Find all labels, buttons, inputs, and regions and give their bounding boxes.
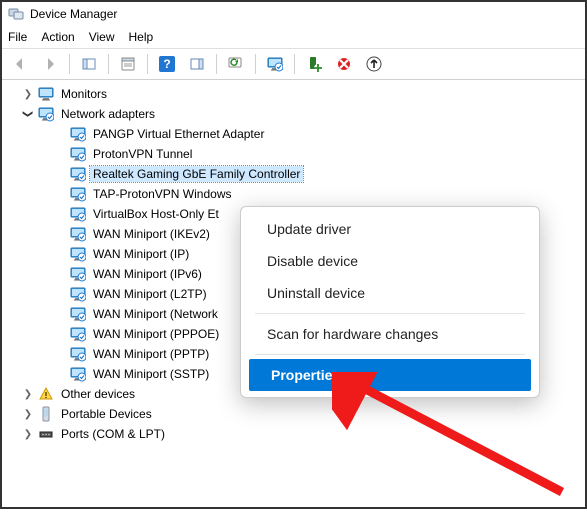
menu-view[interactable]: View: [89, 30, 115, 44]
tree-label: Portable Devices: [58, 406, 155, 422]
ctx-disable-device[interactable]: Disable device: [245, 245, 535, 277]
expand-icon[interactable]: ❯: [22, 408, 34, 420]
tree-label: WAN Miniport (PPTP): [90, 346, 212, 362]
network-adapter-icon: [70, 366, 86, 382]
tree-label: VirtualBox Host-Only Et: [90, 206, 222, 222]
tree-label: PANGP Virtual Ethernet Adapter: [90, 126, 267, 142]
expand-icon[interactable]: ❯: [22, 388, 34, 400]
tree-item-adapter[interactable]: ProtonVPN Tunnel: [4, 144, 583, 164]
network-adapter-icon: [70, 166, 86, 182]
tree-label: Other devices: [58, 386, 138, 402]
tree-label: WAN Miniport (IP): [90, 246, 192, 262]
scan-hardware-button[interactable]: [222, 51, 250, 77]
disable-device-button[interactable]: [330, 51, 358, 77]
network-adapter-icon: [70, 226, 86, 242]
monitor-icon: [38, 86, 54, 102]
ctx-properties[interactable]: Properties: [249, 359, 531, 391]
tree-label: Realtek Gaming GbE Family Controller: [90, 166, 303, 182]
uninstall-device-button[interactable]: [360, 51, 388, 77]
network-adapter-icon: [70, 346, 86, 362]
back-button: [6, 51, 34, 77]
network-icon: [38, 106, 54, 122]
ctx-update-driver[interactable]: Update driver: [245, 213, 535, 245]
app-icon: [8, 6, 24, 22]
update-driver-button[interactable]: [261, 51, 289, 77]
tree-label: Monitors: [58, 86, 110, 102]
ctx-uninstall-device[interactable]: Uninstall device: [245, 277, 535, 309]
menubar: File Action View Help: [2, 26, 585, 49]
network-adapter-icon: [70, 306, 86, 322]
tree-item-adapter[interactable]: PANGP Virtual Ethernet Adapter: [4, 124, 583, 144]
properties-button[interactable]: [114, 51, 142, 77]
tree-label: WAN Miniport (SSTP): [90, 366, 212, 382]
ctx-separator: [255, 313, 525, 314]
action-pane-button[interactable]: [183, 51, 211, 77]
network-adapter-icon: [70, 246, 86, 262]
titlebar: Device Manager: [2, 2, 585, 26]
toolbar: [2, 49, 585, 80]
portable-device-icon: [38, 406, 54, 422]
tree-item-adapter[interactable]: TAP-ProtonVPN Windows: [4, 184, 583, 204]
tree-label: WAN Miniport (PPPOE): [90, 326, 222, 342]
network-adapter-icon: [70, 286, 86, 302]
port-icon: [38, 426, 54, 442]
tree-label: WAN Miniport (IPv6): [90, 266, 205, 282]
network-adapter-icon: [70, 266, 86, 282]
tree-label: WAN Miniport (Network: [90, 306, 221, 322]
tree-item-network-adapters[interactable]: ❯ Network adapters: [4, 104, 583, 124]
ctx-separator: [255, 354, 525, 355]
menu-action[interactable]: Action: [41, 30, 74, 44]
network-adapter-icon: [70, 206, 86, 222]
forward-button: [36, 51, 64, 77]
tree-label: TAP-ProtonVPN Windows: [90, 186, 235, 202]
network-adapter-icon: [70, 326, 86, 342]
show-hide-console-tree-button[interactable]: [75, 51, 103, 77]
tree-label: WAN Miniport (L2TP): [90, 286, 210, 302]
network-adapter-icon: [70, 146, 86, 162]
warning-icon: [38, 386, 54, 402]
tree-item-portable-devices[interactable]: ❯ Portable Devices: [4, 404, 583, 424]
network-adapter-icon: [70, 126, 86, 142]
tree-item-ports[interactable]: ❯ Ports (COM & LPT): [4, 424, 583, 444]
enable-device-button[interactable]: [300, 51, 328, 77]
tree-label: ProtonVPN Tunnel: [90, 146, 195, 162]
collapse-icon[interactable]: ❯: [22, 108, 34, 120]
context-menu: Update driver Disable device Uninstall d…: [240, 206, 540, 398]
expand-icon[interactable]: ❯: [22, 88, 34, 100]
help-button[interactable]: [153, 51, 181, 77]
network-adapter-icon: [70, 186, 86, 202]
tree-label: WAN Miniport (IKEv2): [90, 226, 213, 242]
tree-label: Ports (COM & LPT): [58, 426, 168, 442]
tree-item-monitors[interactable]: ❯ Monitors: [4, 84, 583, 104]
tree-label: Network adapters: [58, 106, 158, 122]
tree-item-adapter-selected[interactable]: Realtek Gaming GbE Family Controller: [4, 164, 583, 184]
menu-help[interactable]: Help: [129, 30, 154, 44]
ctx-scan-hardware[interactable]: Scan for hardware changes: [245, 318, 535, 350]
window-title: Device Manager: [30, 7, 117, 21]
expand-icon[interactable]: ❯: [22, 428, 34, 440]
menu-file[interactable]: File: [8, 30, 27, 44]
